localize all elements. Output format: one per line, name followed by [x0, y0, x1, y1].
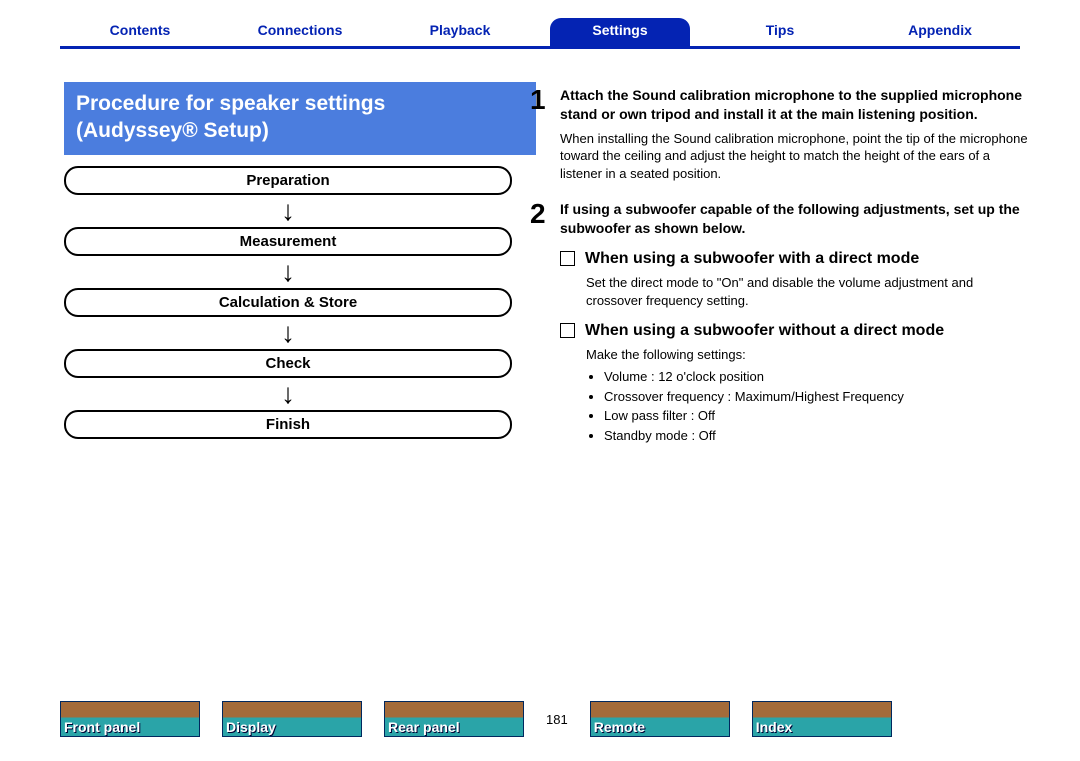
- list-item: Standby mode : Off: [604, 427, 1030, 445]
- top-nav: Contents Connections Playback Settings T…: [60, 20, 1020, 49]
- tab-appendix[interactable]: Appendix: [860, 20, 1020, 46]
- steps-column: 1 Attach the Sound calibration microphon…: [530, 86, 1030, 464]
- footer-rear-panel[interactable]: Rear panel: [384, 701, 524, 737]
- arrow-down-icon: ↓: [64, 256, 512, 288]
- stage-preparation: Preparation: [64, 166, 512, 195]
- tab-playback[interactable]: Playback: [380, 20, 540, 46]
- arrow-down-icon: ↓: [64, 195, 512, 227]
- list-item: Low pass filter : Off: [604, 407, 1030, 425]
- step-1: 1 Attach the Sound calibration microphon…: [530, 86, 1030, 182]
- sub-detail: Set the direct mode to "On" and disable …: [586, 274, 1030, 310]
- footer-nav: Front panel Display Rear panel 181 Remot…: [60, 699, 1020, 739]
- footer-front-panel[interactable]: Front panel: [60, 701, 200, 737]
- footer-label: Display: [226, 719, 276, 735]
- footer-index[interactable]: Index: [752, 701, 892, 737]
- footer-remote[interactable]: Remote: [590, 701, 730, 737]
- footer-label: Rear panel: [388, 719, 460, 735]
- step-detail: When installing the Sound calibration mi…: [560, 130, 1030, 183]
- sub-title: When using a subwoofer with a direct mod…: [585, 248, 919, 270]
- page-number: 181: [546, 712, 568, 727]
- step-2: 2 If using a subwoofer capable of the fo…: [530, 200, 1030, 446]
- step-body: If using a subwoofer capable of the foll…: [560, 200, 1030, 446]
- footer-label: Front panel: [64, 719, 140, 735]
- flow-diagram: Preparation ↓ Measurement ↓ Calculation …: [64, 166, 512, 439]
- footer-label: Index: [756, 719, 793, 735]
- sub-heading-direct: When using a subwoofer with a direct mod…: [560, 248, 1030, 270]
- footer-label: Remote: [594, 719, 645, 735]
- step-number: 2: [530, 200, 560, 446]
- step-body: Attach the Sound calibration microphone …: [560, 86, 1030, 182]
- title-line2: (Audyssey® Setup): [76, 117, 524, 144]
- sub-heading-nodirect: When using a subwoofer without a direct …: [560, 320, 1030, 342]
- square-bullet-icon: [560, 251, 575, 266]
- settings-list: Volume : 12 o'clock position Crossover f…: [586, 368, 1030, 444]
- step-bold-text: Attach the Sound calibration microphone …: [560, 87, 1022, 122]
- arrow-down-icon: ↓: [64, 317, 512, 349]
- square-bullet-icon: [560, 323, 575, 338]
- tab-tips[interactable]: Tips: [700, 20, 860, 46]
- list-item: Volume : 12 o'clock position: [604, 368, 1030, 386]
- stage-check: Check: [64, 349, 512, 378]
- title-line1: Procedure for speaker settings: [76, 90, 524, 117]
- footer-display[interactable]: Display: [222, 701, 362, 737]
- list-item: Crossover frequency : Maximum/Highest Fr…: [604, 388, 1030, 406]
- stage-calculation: Calculation & Store: [64, 288, 512, 317]
- stage-finish: Finish: [64, 410, 512, 439]
- tab-connections[interactable]: Connections: [220, 20, 380, 46]
- tab-contents[interactable]: Contents: [60, 20, 220, 46]
- stage-measurement: Measurement: [64, 227, 512, 256]
- tab-settings[interactable]: Settings: [540, 20, 700, 46]
- page-title: Procedure for speaker settings (Audyssey…: [64, 82, 536, 155]
- sub-title: When using a subwoofer without a direct …: [585, 320, 944, 342]
- step-number: 1: [530, 86, 560, 182]
- sub-intro: Make the following settings:: [586, 346, 1030, 364]
- step-bold-text: If using a subwoofer capable of the foll…: [560, 201, 1020, 236]
- arrow-down-icon: ↓: [64, 378, 512, 410]
